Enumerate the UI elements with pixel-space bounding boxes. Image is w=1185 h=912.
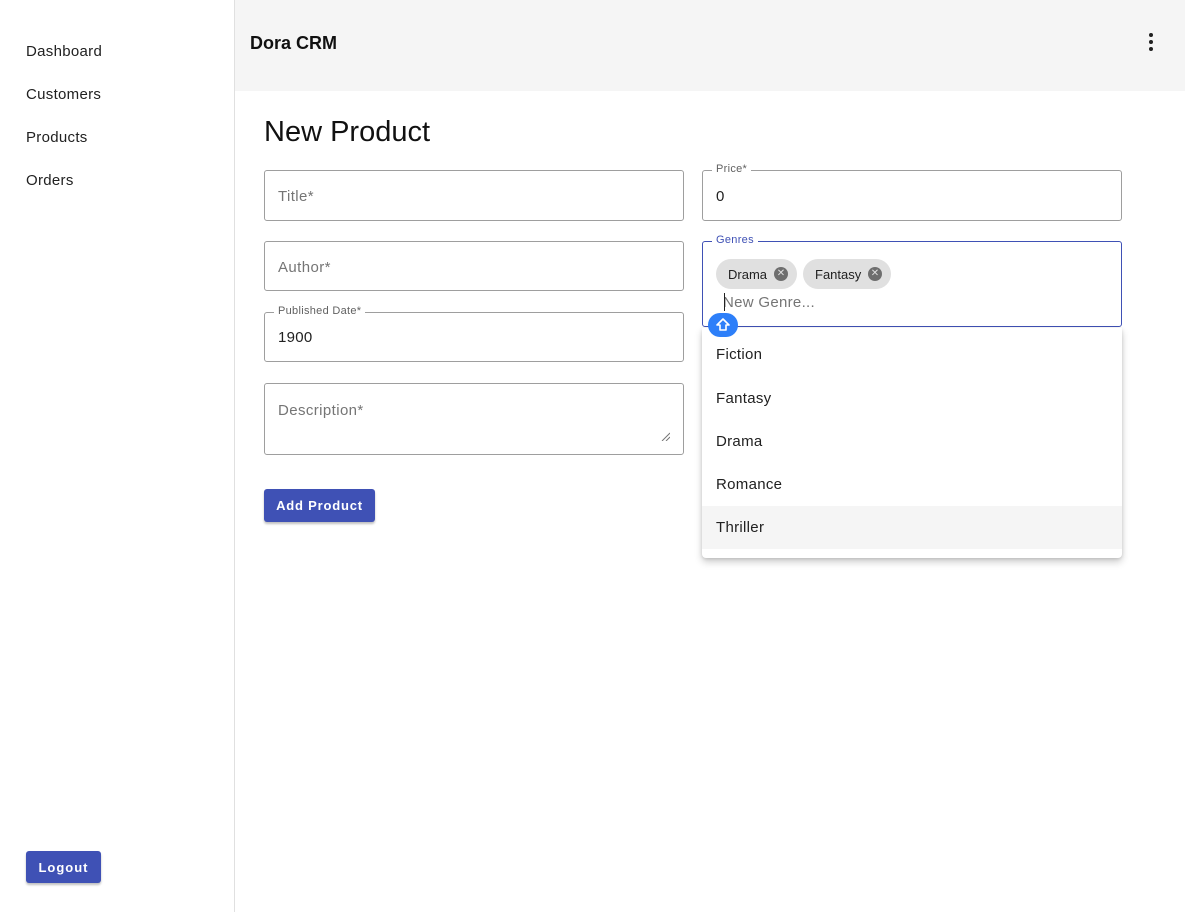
page-title: New Product xyxy=(264,116,431,148)
more-vert-icon[interactable] xyxy=(1141,30,1161,54)
price-label: Price* xyxy=(712,163,752,175)
title-field[interactable]: Title* xyxy=(264,170,684,221)
new-genre-input[interactable] xyxy=(723,292,1103,312)
logout-button[interactable]: Logout xyxy=(26,851,101,883)
sidebar-item-customers[interactable]: Customers xyxy=(26,86,101,103)
chip-label: Fantasy xyxy=(815,266,862,282)
sidebar: Dashboard Customers Products Orders Logo… xyxy=(0,0,235,912)
description-field[interactable]: Description* xyxy=(264,383,684,455)
genre-options-dropdown: Fiction Fantasy Drama Romance Thriller xyxy=(702,328,1122,558)
genre-chip-fantasy: Fantasy ✕ xyxy=(803,259,891,289)
description-placeholder: Description* xyxy=(278,402,364,419)
genre-option-romance[interactable]: Romance xyxy=(702,463,1122,506)
chip-label: Drama xyxy=(728,266,768,282)
add-product-button[interactable]: Add Product xyxy=(264,489,375,522)
shift-key-icon xyxy=(708,313,738,337)
genre-chip-drama: Drama ✕ xyxy=(716,259,797,289)
published-date-label: Published Date* xyxy=(274,305,366,317)
title-placeholder: Title* xyxy=(278,188,315,205)
genres-label: Genres xyxy=(712,234,758,246)
app-header: Dora CRM xyxy=(235,0,1185,91)
app-title: Dora CRM xyxy=(250,33,338,53)
remove-chip-icon[interactable]: ✕ xyxy=(868,267,882,281)
genre-option-fiction[interactable]: Fiction xyxy=(702,333,1122,376)
author-placeholder: Author* xyxy=(278,259,331,276)
sidebar-item-products[interactable]: Products xyxy=(26,129,88,146)
author-field[interactable]: Author* xyxy=(264,241,684,291)
genres-field[interactable]: Genres Drama ✕ Fantasy ✕ xyxy=(702,234,1122,327)
genre-option-thriller[interactable]: Thriller xyxy=(702,506,1122,549)
genre-option-fantasy[interactable]: Fantasy xyxy=(702,377,1122,420)
genre-option-drama[interactable]: Drama xyxy=(702,420,1122,463)
sidebar-item-dashboard[interactable]: Dashboard xyxy=(26,43,102,60)
text-caret xyxy=(724,293,725,311)
remove-chip-icon[interactable]: ✕ xyxy=(774,267,788,281)
price-field[interactable]: Price* 0 xyxy=(702,163,1122,221)
resize-handle-icon[interactable] xyxy=(661,432,670,441)
price-value: 0 xyxy=(716,188,725,205)
sidebar-item-orders[interactable]: Orders xyxy=(26,172,74,189)
published-date-field[interactable]: Published Date* 1900 xyxy=(264,305,684,362)
published-date-value: 1900 xyxy=(278,329,313,346)
